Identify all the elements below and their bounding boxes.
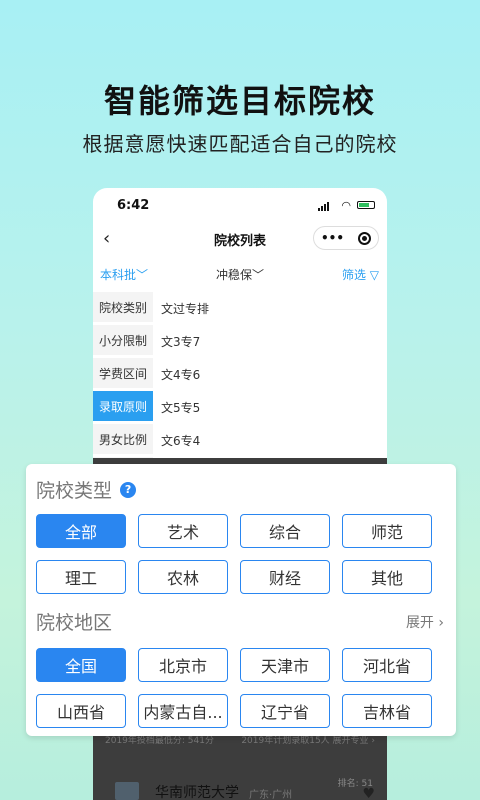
hero-title: 智能筛选目标院校 — [103, 82, 376, 120]
region-grid: 全国 北京市 天津市 河北省 山西省 内蒙古自... 辽宁省 吉林省 — [36, 648, 432, 728]
more-icon[interactable]: ••• — [321, 231, 344, 245]
side-menu-label: 录取原则 — [98, 399, 147, 414]
side-menu-item[interactable]: 男女比例 — [93, 424, 153, 454]
region-chip[interactable]: 辽宁省 — [240, 694, 330, 728]
region-chip[interactable]: 天津市 — [240, 648, 330, 682]
signal-icon — [318, 202, 329, 211]
region-chip[interactable]: 全国 — [36, 648, 126, 682]
region-chip[interactable]: 吉林省 — [342, 694, 432, 728]
close-target-icon[interactable] — [357, 231, 371, 245]
university-logo — [115, 782, 139, 800]
expand-button[interactable]: 展开 › — [406, 612, 444, 632]
side-menu-label: 院校类别 — [98, 300, 147, 315]
university-location: 广东·广州 — [249, 790, 293, 800]
region-chip[interactable]: 山西省 — [36, 694, 126, 728]
type-section-label: 院校类型 — [36, 480, 113, 502]
type-chip[interactable]: 农林 — [138, 560, 228, 594]
hero-subtitle: 根据意愿快速匹配适合自己的院校 — [82, 132, 398, 156]
type-chip[interactable]: 财经 — [240, 560, 330, 594]
type-chip[interactable]: 师范 — [342, 514, 432, 548]
type-chip[interactable]: 全部 — [36, 514, 126, 548]
option-item[interactable]: 文6专4 — [161, 424, 209, 457]
help-icon[interactable]: ? — [120, 481, 137, 498]
side-menu: 院校类别 小分限制 学费区间 录取原则 男女比例 — [93, 292, 153, 470]
side-menu-label: 男女比例 — [98, 432, 147, 447]
option-item[interactable]: 文5专5 — [161, 391, 209, 424]
status-time: 6:42 — [117, 198, 150, 213]
nav-bar: ‹ 院校列表 ••• — [93, 224, 387, 254]
heart-icon: ♥ — [362, 786, 375, 800]
filter-bar: 本科批﹀ 冲稳保﹀ 筛选 ▽ — [93, 262, 387, 284]
type-chip[interactable]: 综合 — [240, 514, 330, 548]
region-section-label: 院校地区 — [36, 612, 113, 634]
option-list: 文过专排 文3专7 文4专6 文5专5 文6专4 — [161, 292, 209, 457]
region-section-title: 院校地区 — [36, 608, 112, 635]
type-chip[interactable]: 艺术 — [138, 514, 228, 548]
type-chip[interactable]: 其他 — [342, 560, 432, 594]
wifi-icon: ◠ — [341, 199, 351, 212]
option-item[interactable]: 文4专6 — [161, 358, 209, 391]
region-chip[interactable]: 内蒙古自... — [138, 694, 228, 728]
mini-program-capsule: ••• — [313, 226, 379, 250]
region-chip[interactable]: 北京市 — [138, 648, 228, 682]
battery-icon — [357, 201, 375, 209]
university-name: 华南师范大学 — [155, 785, 239, 800]
filter-sheet: 院校类型 ? 全部 艺术 综合 师范 理工 农林 财经 其他 院校地区 展开 ›… — [26, 464, 456, 736]
option-item[interactable]: 文过专排 — [161, 292, 209, 325]
side-menu-item[interactable]: 小分限制 — [93, 325, 153, 355]
type-section-title: 院校类型 ? — [36, 476, 137, 503]
option-item[interactable]: 文3专7 — [161, 325, 209, 358]
side-menu-item[interactable]: 学费区间 — [93, 358, 153, 388]
side-menu-label: 小分限制 — [98, 333, 147, 348]
filter-button[interactable]: 筛选 ▽ — [342, 266, 379, 283]
region-chip[interactable]: 河北省 — [342, 648, 432, 682]
status-bar: 6:42 ◠ — [93, 188, 387, 224]
type-grid: 全部 艺术 综合 师范 理工 农林 财经 其他 — [36, 514, 432, 594]
side-menu-item[interactable]: 院校类别 — [93, 292, 153, 322]
side-menu-item-active[interactable]: 录取原则 — [93, 391, 153, 421]
side-menu-label: 学费区间 — [98, 366, 147, 381]
type-chip[interactable]: 理工 — [36, 560, 126, 594]
